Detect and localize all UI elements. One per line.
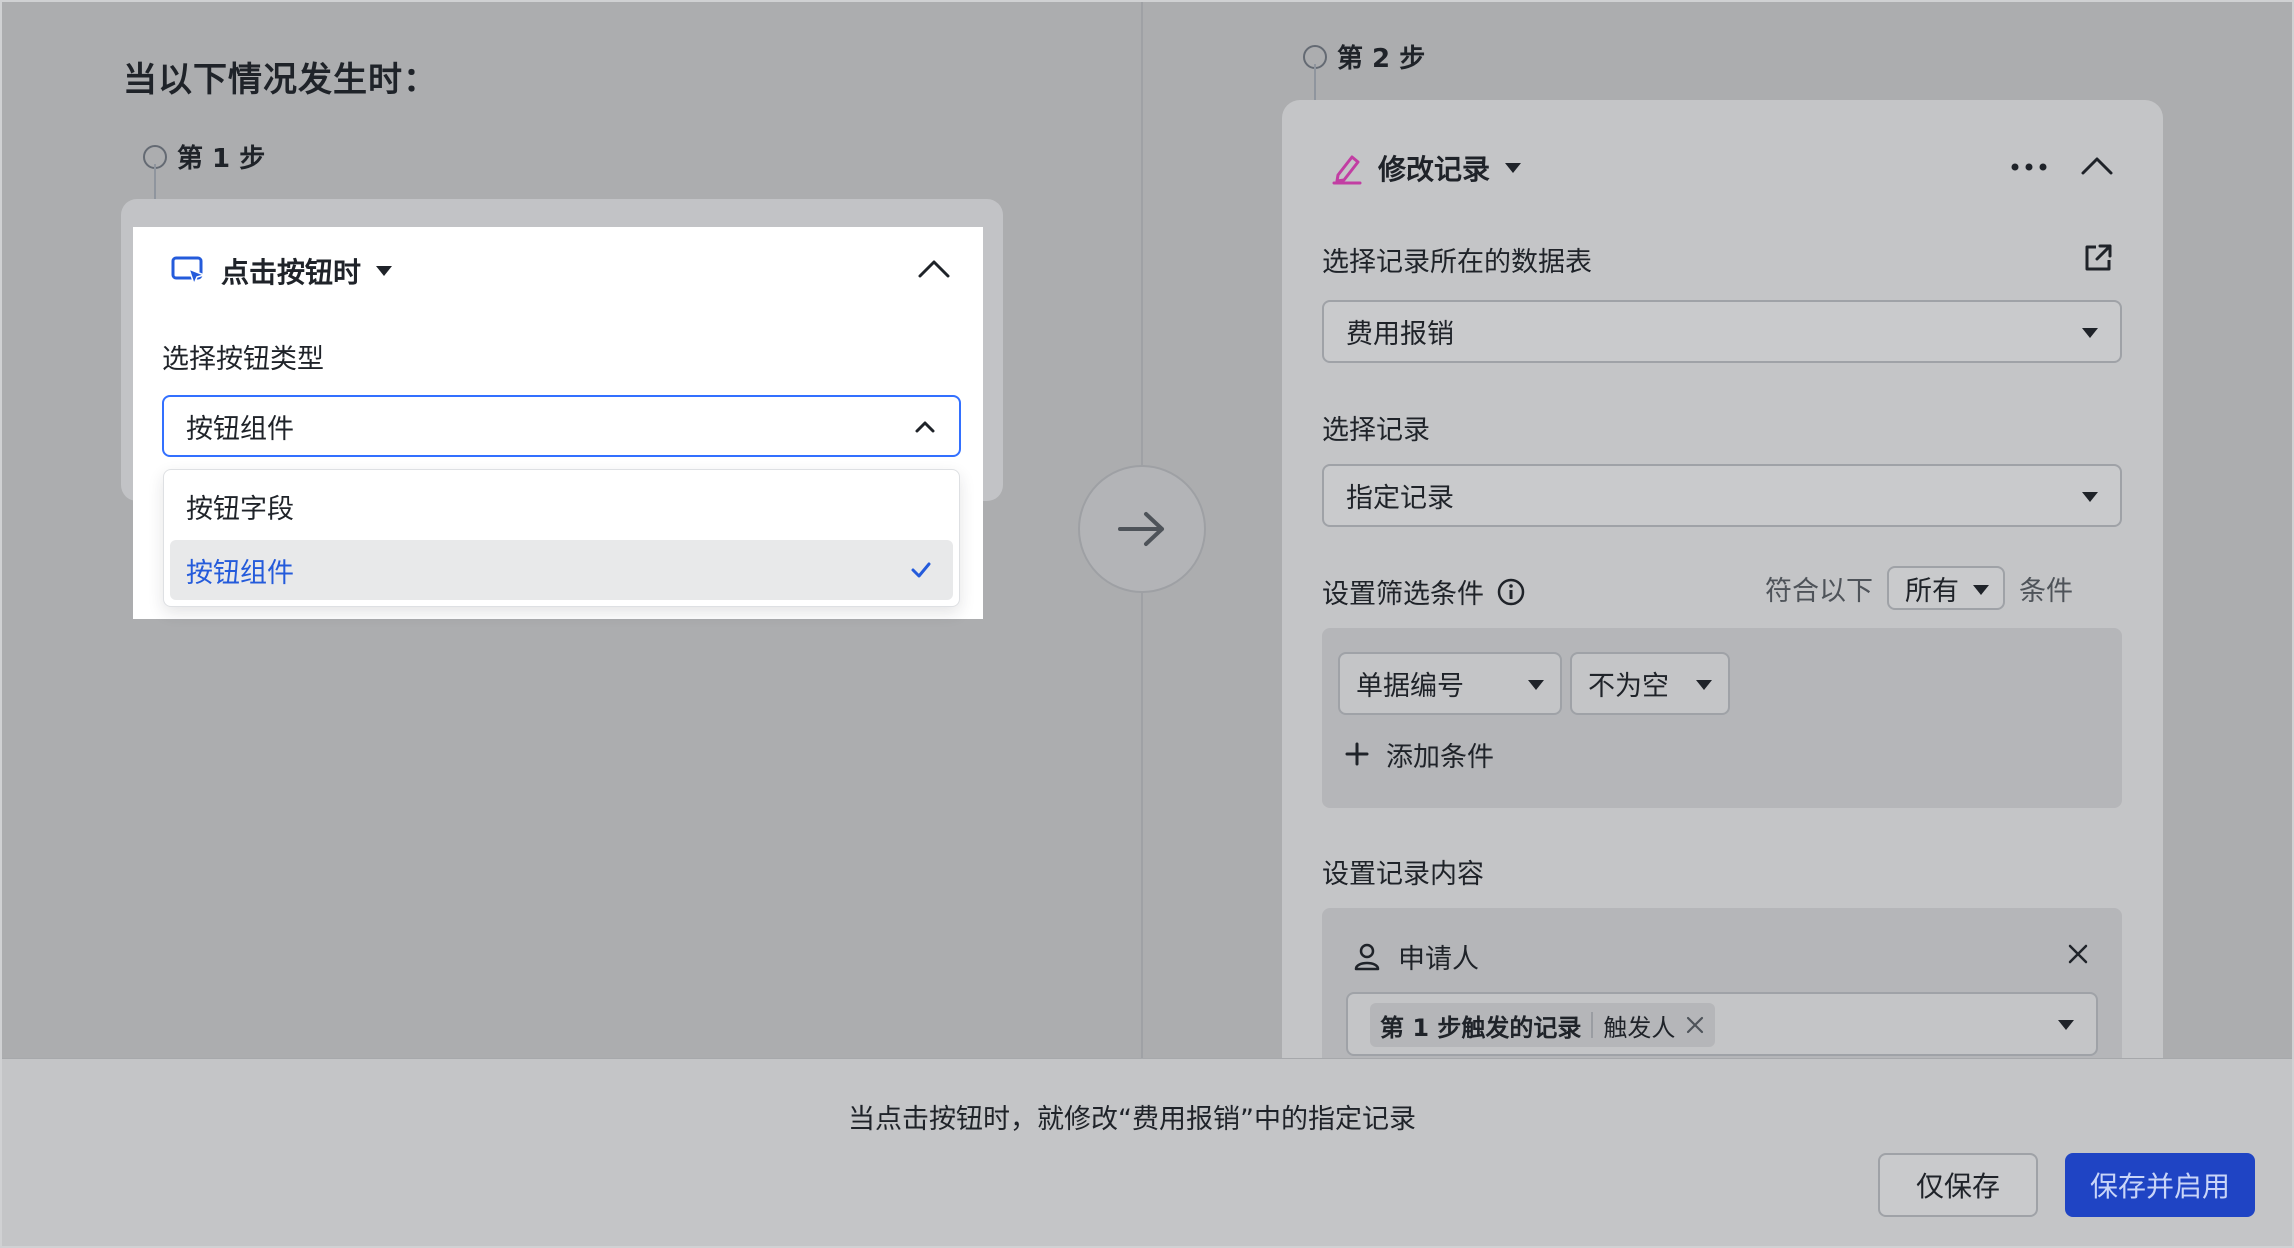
content-field-name: 申请人	[1398, 943, 1479, 975]
footer-bar: 当点击按钮时，就修改“费用报销”中的指定记录 仅保存 保存并启用	[0, 1058, 2294, 1248]
add-condition-label: 添加条件	[1386, 741, 1494, 773]
save-button[interactable]: 仅保存	[1878, 1153, 2038, 1217]
value-tag: 第 1 步触发的记录 触发人	[1370, 1003, 1716, 1047]
workflow-summary: 当点击按钮时，就修改“费用报销”中的指定记录	[848, 1104, 1416, 1135]
caret-down-icon	[1528, 680, 1544, 690]
trigger-card-title: 点击按钮时	[221, 256, 362, 289]
step-1-text: 第 1 步	[177, 144, 266, 174]
more-icon[interactable]	[2009, 160, 2049, 174]
flow-arrow	[1078, 465, 1206, 593]
table-select-label: 选择记录所在的数据表	[1322, 247, 1592, 278]
action-card-title: 修改记录	[1378, 153, 1491, 186]
cursor-click-icon	[171, 256, 207, 287]
collapse-icon[interactable]	[917, 253, 951, 287]
chevron-up-icon	[915, 421, 935, 433]
dropdown-option-label: 按钮字段	[186, 493, 294, 525]
step-2-text: 第 2 步	[1337, 44, 1426, 74]
trigger-heading: 当以下情况发生时：	[123, 60, 438, 100]
step-2-connector	[1314, 64, 1316, 102]
plus-icon	[1345, 742, 1369, 766]
step-1-label: 第 1 步	[143, 138, 265, 175]
tag-source: 第 1 步触发的记录	[1380, 1013, 1582, 1042]
content-value-select[interactable]: 第 1 步触发的记录 触发人	[1346, 992, 2098, 1056]
table-select[interactable]: 费用报销	[1322, 300, 2122, 363]
button-type-value: 按钮组件	[186, 413, 294, 445]
match-condition-row: 符合以下 所有 条件	[1765, 566, 2073, 610]
match-mode-value: 所有	[1905, 575, 1959, 607]
button-type-label: 选择按钮类型	[162, 344, 324, 375]
caret-down-icon	[2082, 328, 2098, 338]
tag-separator	[1591, 1012, 1594, 1038]
content-field-header: 申请人	[1352, 934, 1479, 978]
filter-label: 设置筛选条件	[1322, 572, 1526, 611]
close-icon[interactable]	[2066, 942, 2090, 966]
table-select-value: 费用报销	[1346, 319, 1454, 350]
add-condition-button[interactable]: 添加条件	[1344, 732, 1494, 776]
caret-down-icon	[1973, 585, 1989, 595]
button-type-select[interactable]: 按钮组件	[162, 395, 961, 457]
dropdown-option-label: 按钮组件	[186, 557, 294, 589]
chevron-down-icon[interactable]	[375, 265, 393, 277]
action-card: 修改记录 选择记录所在的数据表 费用报销 选择记录 指定记录 设置筛选条件 符合…	[1282, 100, 2163, 1108]
arrow-right-icon	[1118, 512, 1164, 546]
step-2-label: 第 2 步	[1303, 38, 1425, 75]
caret-down-icon	[2058, 1020, 2074, 1030]
check-icon	[911, 562, 931, 578]
match-mode-select[interactable]: 所有	[1887, 566, 2005, 610]
match-suffix: 条件	[2019, 575, 2073, 607]
record-select-value: 指定记录	[1346, 483, 1454, 514]
trigger-card-header[interactable]: 点击按钮时	[171, 249, 393, 293]
action-card-header[interactable]: 修改记录	[1330, 146, 1522, 190]
caret-down-icon	[2082, 492, 2098, 502]
button-type-dropdown: 按钮字段 按钮组件	[163, 469, 960, 607]
collapse-icon[interactable]	[2080, 150, 2114, 184]
match-prefix: 符合以下	[1765, 575, 1873, 607]
filter-conditions-box: 单据编号 不为空 添加条件	[1322, 628, 2122, 808]
filter-field-select[interactable]: 单据编号	[1338, 652, 1562, 715]
caret-down-icon	[1696, 680, 1712, 690]
filter-label-text: 设置筛选条件	[1322, 579, 1484, 610]
chevron-down-icon[interactable]	[1504, 162, 1522, 174]
dropdown-option-button-field[interactable]: 按钮字段	[170, 476, 953, 536]
info-icon[interactable]	[1496, 577, 1526, 607]
filter-operator-select[interactable]: 不为空	[1570, 652, 1730, 715]
dropdown-option-button-component[interactable]: 按钮组件	[170, 540, 953, 600]
step-1-connector	[154, 164, 156, 200]
save-and-enable-button[interactable]: 保存并启用	[2065, 1153, 2255, 1217]
remove-tag-icon[interactable]	[1685, 1015, 1705, 1035]
tag-value: 触发人	[1603, 1013, 1676, 1042]
content-label: 设置记录内容	[1322, 859, 1484, 890]
edit-icon	[1332, 155, 1362, 185]
external-link-icon[interactable]	[2082, 242, 2114, 274]
person-icon	[1354, 943, 1380, 971]
filter-field-value: 单据编号	[1356, 671, 1464, 702]
record-select-label: 选择记录	[1322, 415, 1430, 446]
filter-operator-value: 不为空	[1588, 671, 1669, 702]
trigger-card: 点击按钮时 选择按钮类型 按钮组件 按钮字段 按钮组件	[133, 227, 983, 619]
record-select[interactable]: 指定记录	[1322, 464, 2122, 527]
